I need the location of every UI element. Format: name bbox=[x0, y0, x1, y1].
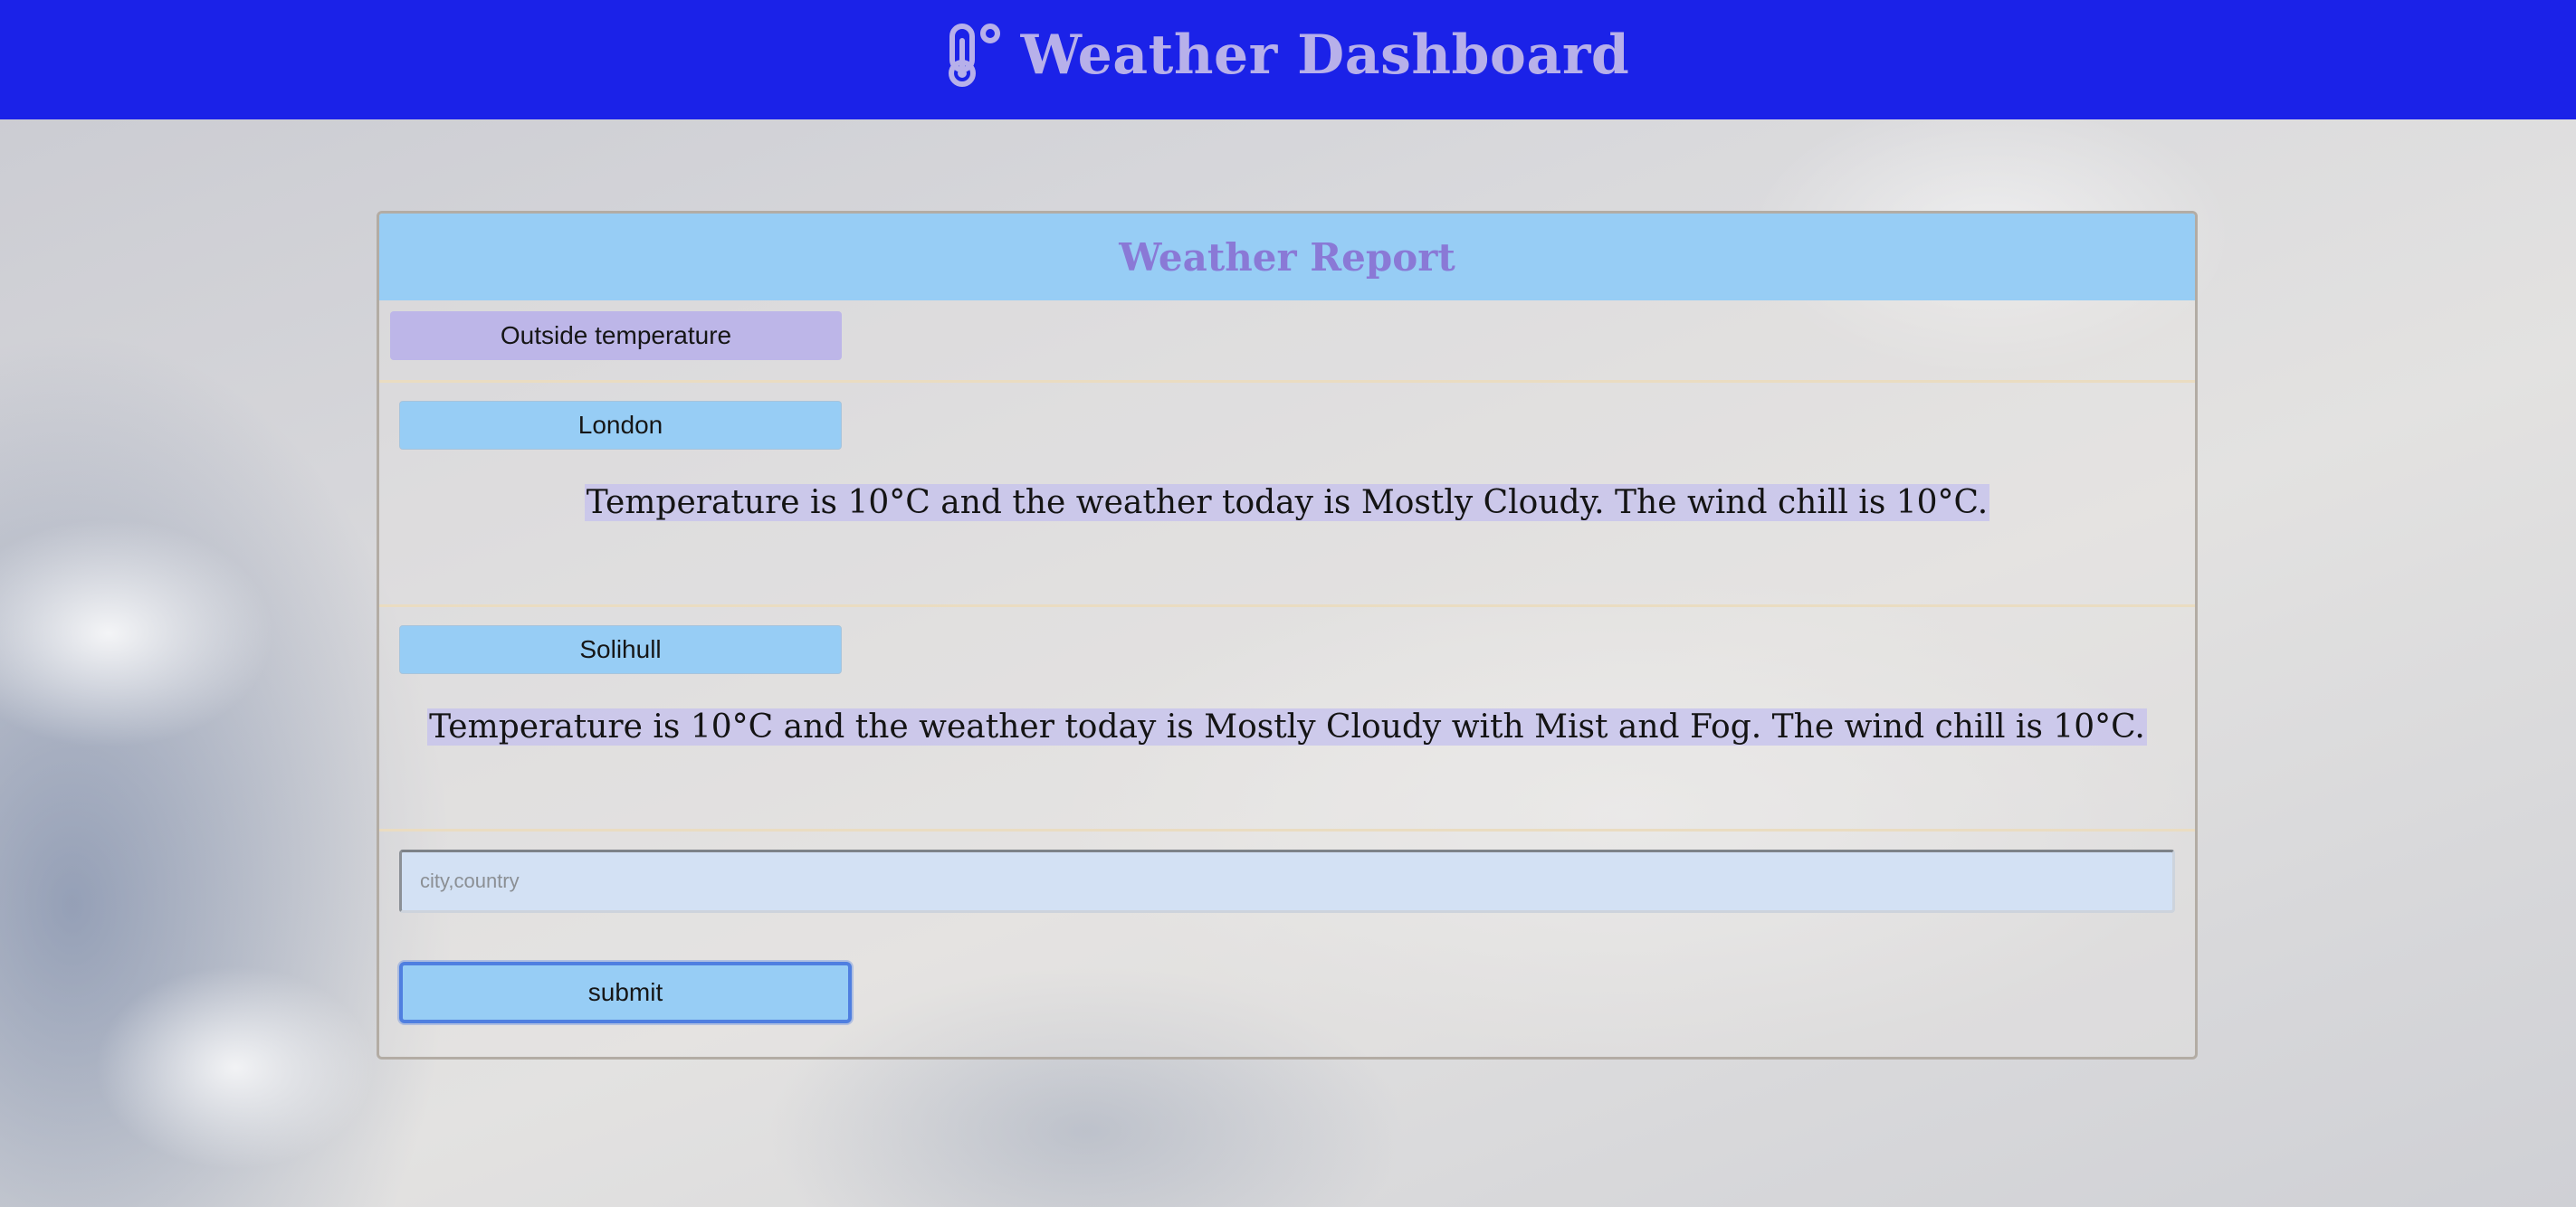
submit-button[interactable]: submit bbox=[399, 962, 852, 1023]
city-button-london[interactable]: London bbox=[399, 401, 842, 450]
city-weather-text: Temperature is 10°C and the weather toda… bbox=[379, 484, 2195, 521]
outside-temperature-label: Outside temperature bbox=[390, 311, 842, 360]
city-report-london: London Temperature is 10°C and the weath… bbox=[379, 380, 2195, 604]
weather-report-header: Weather Report bbox=[379, 214, 2195, 300]
app-title: Weather Dashboard bbox=[1020, 24, 1630, 87]
header-brand: Weather Dashboard bbox=[947, 23, 1630, 88]
city-search-form: submit bbox=[379, 829, 2195, 1023]
outside-temperature-row: Outside temperature bbox=[379, 300, 2195, 380]
weather-report-title: Weather Report bbox=[1119, 234, 1455, 280]
city-button-solihull[interactable]: Solihull bbox=[399, 625, 842, 674]
city-country-input[interactable] bbox=[399, 850, 2175, 913]
thermometer-icon bbox=[948, 24, 1000, 87]
city-weather-description: Temperature is 10°C and the weather toda… bbox=[584, 484, 1990, 521]
city-report-solihull: Solihull Temperature is 10°C and the wea… bbox=[379, 604, 2195, 829]
app-header: Weather Dashboard bbox=[0, 0, 2576, 119]
city-weather-text: Temperature is 10°C and the weather toda… bbox=[379, 708, 2195, 746]
weather-report-panel: Weather Report Outside temperature Londo… bbox=[377, 211, 2198, 1060]
city-weather-description: Temperature is 10°C and the weather toda… bbox=[427, 708, 2147, 746]
